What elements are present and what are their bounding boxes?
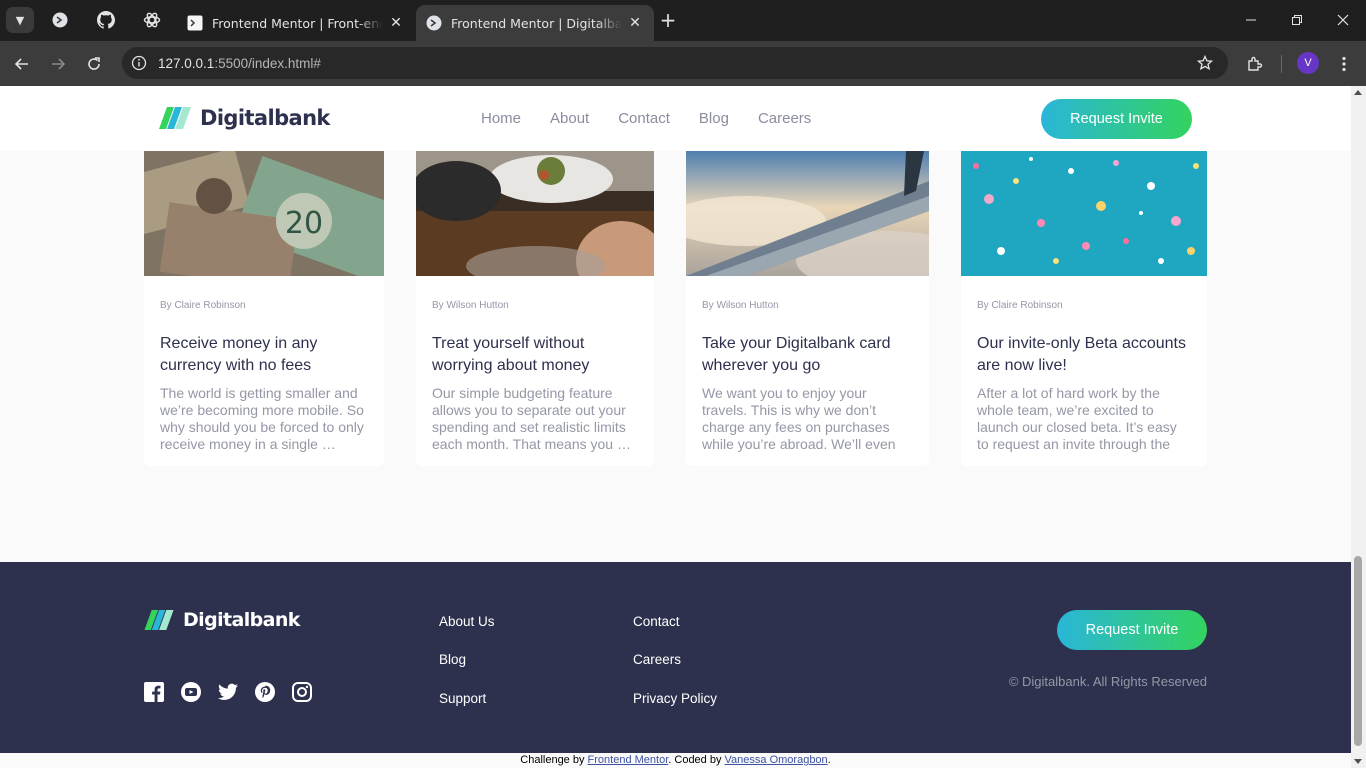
github-icon[interactable]: [96, 10, 116, 30]
copyright-text: © Digitalbank. All Rights Reserved: [1008, 674, 1207, 689]
browser-tab-strip: ▼ Frontend Mentor | Front-end coding cha…: [0, 0, 1366, 41]
tab-title: Frontend Mentor | Front-end coding chall…: [212, 15, 383, 31]
site-info-icon[interactable]: [130, 54, 148, 72]
attribution-prefix: Challenge by: [520, 754, 588, 766]
article-image-currency: 20: [144, 151, 384, 276]
tab-frontend-mentor[interactable]: Frontend Mentor | Front-end coding chall…: [177, 5, 415, 41]
nav-about[interactable]: About: [550, 110, 589, 127]
instagram-icon[interactable]: [292, 682, 312, 702]
browser-toolbar: 127.0.0.1:5500/index.html# V: [0, 41, 1366, 86]
frontend-mentor-favicon-icon: [187, 15, 203, 31]
article-excerpt: After a lot of hard work by the whole te…: [977, 385, 1177, 452]
attribution-middle: . Coded by: [668, 754, 725, 766]
social-links: [144, 682, 329, 702]
article-card[interactable]: By Wilson Hutton Treat yourself without …: [416, 151, 654, 466]
reload-icon[interactable]: [82, 52, 106, 76]
tab-digitalbank[interactable]: Frontend Mentor | Digitalbank landing pa…: [416, 5, 654, 41]
article-title[interactable]: Treat yourself without worrying about mo…: [432, 333, 638, 377]
extensions-icon[interactable]: [1243, 52, 1267, 76]
tab-search-icon[interactable]: ▼: [6, 7, 34, 33]
nav-careers[interactable]: Careers: [758, 110, 811, 127]
pinned-site-icon[interactable]: [50, 10, 70, 30]
close-icon[interactable]: [1330, 8, 1356, 32]
article-image-plane: [686, 151, 929, 276]
minimize-icon[interactable]: [1238, 8, 1264, 32]
close-tab-icon[interactable]: ✕: [387, 14, 405, 32]
bookmark-star-icon[interactable]: [1196, 54, 1214, 72]
url-path: :5500/index.html#: [214, 55, 321, 71]
article-card[interactable]: By Wilson Hutton Take your Digitalbank c…: [686, 151, 929, 466]
footer-link-contact[interactable]: Contact: [633, 614, 680, 629]
twitter-icon[interactable]: [218, 682, 238, 702]
article-excerpt: We want you to enjoy your travels. This …: [702, 385, 896, 452]
nav-contact[interactable]: Contact: [618, 110, 670, 127]
frontend-mentor-link[interactable]: Frontend Mentor: [588, 754, 669, 766]
footer-logo[interactable]: Digitalbank: [144, 609, 300, 631]
author-link[interactable]: Vanessa Omoragbon: [725, 754, 828, 766]
page-scrollbar[interactable]: [1351, 86, 1366, 768]
profile-avatar[interactable]: V: [1297, 52, 1319, 74]
back-icon[interactable]: [10, 52, 34, 76]
request-invite-button[interactable]: Request Invite: [1041, 99, 1192, 139]
tab-title: Frontend Mentor | Digitalbank landing pa…: [451, 15, 622, 31]
article-image-restaurant: [416, 151, 654, 276]
site-footer: Digitalbank About Us Blog Support Contac…: [0, 562, 1351, 768]
page-viewport: 20 By Claire Robinson Receive money in a…: [0, 86, 1351, 768]
brand-name: Digitalbank: [200, 106, 330, 130]
article-card[interactable]: By Claire Robinson Our invite-only Beta …: [961, 151, 1207, 466]
article-author: By Wilson Hutton: [432, 300, 509, 311]
footer-link-privacy-policy[interactable]: Privacy Policy: [633, 691, 717, 706]
brand-name: Digitalbank: [183, 609, 300, 631]
digitalbank-favicon-icon: [426, 15, 442, 31]
address-bar[interactable]: 127.0.0.1:5500/index.html#: [122, 47, 1228, 79]
url-text: 127.0.0.1:5500/index.html#: [158, 56, 321, 71]
scroll-up-arrow-icon[interactable]: [1354, 90, 1362, 95]
article-excerpt: The world is getting smaller and we’re b…: [160, 385, 364, 452]
header-logo[interactable]: Digitalbank: [159, 106, 330, 130]
pinterest-icon[interactable]: [255, 682, 275, 702]
menu-kebab-icon[interactable]: [1332, 52, 1356, 76]
article-excerpt: Our simple budgeting feature allows you …: [432, 385, 631, 452]
new-tab-icon[interactable]: +: [657, 8, 679, 32]
logo-mark-icon: [159, 107, 191, 129]
logo-mark-icon: [144, 610, 174, 630]
footer-link-careers[interactable]: Careers: [633, 652, 681, 667]
attribution: Challenge by Frontend Mentor. Coded by V…: [0, 753, 1351, 768]
scroll-down-arrow-icon[interactable]: [1354, 759, 1362, 764]
article-image-confetti: [961, 151, 1207, 276]
openai-icon[interactable]: [142, 10, 162, 30]
youtube-icon[interactable]: [181, 682, 201, 702]
article-author: By Wilson Hutton: [702, 300, 779, 311]
article-author: By Claire Robinson: [160, 300, 246, 311]
close-tab-icon[interactable]: ✕: [626, 14, 644, 32]
article-title[interactable]: Take your Digitalbank card wherever you …: [702, 333, 913, 377]
article-title[interactable]: Our invite-only Beta accounts are now li…: [977, 333, 1191, 377]
footer-link-blog[interactable]: Blog: [439, 652, 466, 667]
attribution-suffix: .: [827, 754, 831, 766]
nav-blog[interactable]: Blog: [699, 110, 729, 127]
forward-icon[interactable]: [46, 52, 70, 76]
footer-request-invite-button[interactable]: Request Invite: [1057, 610, 1207, 650]
scrollbar-thumb[interactable]: [1354, 556, 1362, 746]
footer-link-about-us[interactable]: About Us: [439, 614, 495, 629]
article-title[interactable]: Receive money in any currency with no fe…: [160, 333, 368, 377]
article-card[interactable]: 20 By Claire Robinson Receive money in a…: [144, 151, 384, 466]
toolbar-divider: [1281, 55, 1282, 73]
main-nav: Home About Contact Blog Careers: [481, 110, 840, 127]
article-author: By Claire Robinson: [977, 300, 1063, 311]
restore-icon[interactable]: [1284, 8, 1310, 32]
footer-link-support[interactable]: Support: [439, 691, 486, 706]
facebook-icon[interactable]: [144, 682, 164, 702]
site-header: Digitalbank Home About Contact Blog Care…: [0, 86, 1351, 151]
url-host: 127.0.0.1: [158, 55, 215, 71]
nav-home[interactable]: Home: [481, 110, 521, 127]
